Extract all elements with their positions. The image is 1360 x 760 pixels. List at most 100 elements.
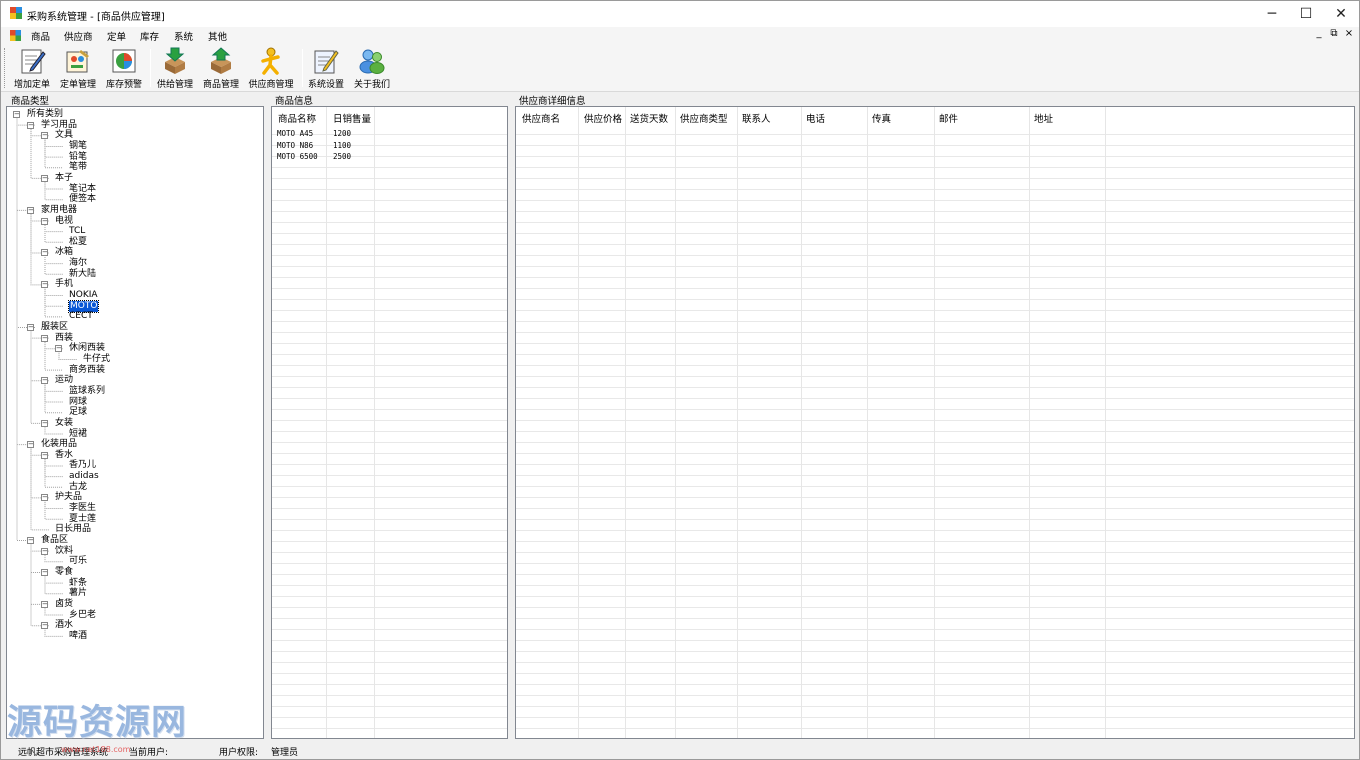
tree-node-label: 食品区 bbox=[41, 535, 69, 545]
order-manage-button[interactable]: 定单管理 bbox=[58, 46, 98, 90]
menu-other[interactable]: 其他 bbox=[208, 29, 227, 43]
supplier-col-divider bbox=[516, 107, 579, 738]
watermark-url: www.net188.com bbox=[61, 745, 131, 754]
supply-manage-icon bbox=[165, 47, 185, 74]
goods-col-name[interactable]: 商品名称 bbox=[278, 111, 316, 125]
settings-button[interactable]: 系统设置 bbox=[306, 46, 346, 90]
close-button[interactable]: ✕ bbox=[1323, 1, 1359, 27]
tree-toggle-icon[interactable]: − bbox=[41, 419, 48, 427]
tree-toggle-icon[interactable]: − bbox=[41, 547, 48, 555]
supplier-col-type[interactable]: 供应商类型 bbox=[680, 111, 728, 125]
goods-cell-sales: 1100 bbox=[333, 141, 352, 150]
tree-node-label: MOTO bbox=[67, 299, 100, 313]
tree-node-label: 李医生 bbox=[69, 503, 97, 514]
tree-node-label: 商务西装 bbox=[69, 364, 106, 375]
tree-toggle-icon[interactable]: − bbox=[41, 622, 48, 630]
tree-toggle-icon[interactable]: − bbox=[13, 111, 20, 118]
tree-node-label: 电视 bbox=[55, 215, 74, 226]
supplier-col-divider bbox=[579, 107, 626, 738]
menu-order[interactable]: 定单 bbox=[107, 29, 126, 43]
tree-toggle-icon[interactable]: − bbox=[41, 494, 48, 502]
tree-node-label: CECT bbox=[69, 311, 93, 322]
about-button[interactable]: 关于我们 bbox=[352, 46, 392, 90]
tree-toggle-icon[interactable]: − bbox=[55, 345, 62, 353]
tree-toggle-icon[interactable]: − bbox=[41, 249, 48, 257]
status-bar: 远帆超市采购管理系统 当前用户: 用户权限: 管理员 bbox=[1, 742, 1359, 759]
menu-supplier[interactable]: 供应商 bbox=[64, 29, 93, 43]
tree-toggle-icon[interactable]: − bbox=[27, 537, 34, 544]
goods-manage-icon bbox=[211, 47, 231, 74]
about-label: 关于我们 bbox=[353, 80, 390, 90]
tree-toggle-icon[interactable]: − bbox=[41, 377, 48, 385]
supplier-col-fax[interactable]: 传真 bbox=[872, 111, 891, 125]
toolbar-grip[interactable] bbox=[4, 48, 7, 88]
tree-node-label: 卤货 bbox=[55, 598, 74, 609]
supplier-col-email[interactable]: 邮件 bbox=[939, 111, 958, 125]
tree-node-label: 可乐 bbox=[69, 556, 88, 567]
supply-manage-button[interactable]: 供给管理 bbox=[154, 46, 196, 90]
supplier-col-phone[interactable]: 电话 bbox=[806, 111, 825, 125]
minimize-button[interactable]: ─ bbox=[1254, 1, 1290, 27]
mdi-minimize-button[interactable]: _ bbox=[1312, 28, 1326, 39]
mdi-child-icon[interactable] bbox=[10, 30, 21, 41]
tree-node-label: 饮料 bbox=[55, 545, 74, 556]
tree-toggle-icon[interactable]: − bbox=[41, 217, 48, 225]
tree-node-label: 虾条 bbox=[69, 577, 88, 588]
category-tree[interactable]: − 所有类别 − 学习用品 − 文具 钢笔 铅笔 笔带 − 本子 笔记本 便签本 − 家用电器 − 电视 TCL 松… bbox=[6, 106, 264, 739]
tree-node-label: 铅笔 bbox=[69, 151, 88, 162]
app-icon bbox=[10, 7, 22, 19]
add-order-icon bbox=[21, 49, 46, 74]
toolbar-separator bbox=[150, 49, 151, 87]
mdi-close-button[interactable]: × bbox=[1342, 28, 1356, 39]
supplier-col-delivery-days[interactable]: 送货天数 bbox=[630, 111, 668, 125]
supplier-col-name[interactable]: 供应商名 bbox=[522, 111, 560, 125]
stock-warning-label: 库存预警 bbox=[105, 80, 142, 90]
tree-toggle-icon[interactable]: − bbox=[41, 281, 48, 289]
supplier-col-divider bbox=[935, 107, 1030, 738]
add-order-button[interactable]: 增加定单 bbox=[12, 46, 52, 90]
tree-toggle-icon[interactable]: − bbox=[27, 324, 34, 331]
mdi-restore-button[interactable]: ⧉ bbox=[1327, 28, 1341, 39]
supplier-manage-button[interactable]: 供应商管理 bbox=[246, 46, 296, 90]
tree-toggle-icon[interactable]: − bbox=[41, 451, 48, 459]
supplier-col-address[interactable]: 地址 bbox=[1034, 111, 1053, 125]
tree-node-label: NOKIA bbox=[69, 290, 98, 301]
tree-node-label: 冰箱 bbox=[55, 247, 74, 258]
status-permission-value: 管理员 bbox=[271, 748, 299, 758]
tree-toggle-icon[interactable]: − bbox=[27, 441, 34, 449]
goods-manage-button[interactable]: 商品管理 bbox=[200, 46, 242, 90]
maximize-button[interactable]: ☐ bbox=[1288, 1, 1324, 27]
tree-toggle-icon[interactable]: − bbox=[41, 174, 48, 182]
tree-node-label: 化装用品 bbox=[41, 439, 78, 450]
tree-toggle-icon[interactable]: − bbox=[27, 206, 34, 214]
menu-system[interactable]: 系统 bbox=[174, 29, 193, 43]
goods-col-sales[interactable]: 日销售量 bbox=[333, 111, 371, 125]
goods-cell-name: MOTO A45 bbox=[277, 129, 314, 138]
tree-node-label: adidas bbox=[69, 471, 99, 482]
about-users-icon bbox=[359, 49, 385, 74]
supplier-col-price[interactable]: 供应价格 bbox=[584, 111, 622, 125]
tree-node-label: 香乃儿 bbox=[69, 460, 97, 471]
menu-inventory[interactable]: 库存 bbox=[140, 29, 159, 43]
tree-toggle-icon[interactable]: − bbox=[41, 600, 48, 608]
goods-info-label: 商品信息 bbox=[275, 96, 314, 107]
tree-node-label: 护夫品 bbox=[55, 492, 83, 503]
supplier-col-divider bbox=[738, 107, 802, 738]
goods-cell-name: MOTO 6500 bbox=[277, 152, 318, 161]
title-bar: 采购系统管理 - [商品供应管理] ─ ☐ ✕ bbox=[1, 1, 1359, 27]
tree-toggle-icon[interactable]: − bbox=[27, 121, 34, 129]
menu-goods[interactable]: 商品 bbox=[31, 29, 50, 43]
tree-toggle-icon[interactable]: − bbox=[41, 334, 48, 342]
supplier-table[interactable]: 供应商名 供应价格 送货天数 供应商类型 联系人 电话 传真 邮件 地址 bbox=[515, 106, 1355, 739]
tree-toggle-icon[interactable]: − bbox=[41, 568, 48, 576]
tree-toggle-icon[interactable]: − bbox=[41, 132, 48, 140]
tree-node-label: 牛仔式 bbox=[83, 353, 111, 364]
stock-warning-button[interactable]: 库存预警 bbox=[104, 46, 144, 90]
status-permission-label: 用户权限: bbox=[219, 748, 259, 758]
supplier-col-contact[interactable]: 联系人 bbox=[742, 111, 771, 125]
tree-node-label: 服装区 bbox=[41, 322, 69, 332]
goods-table[interactable]: 商品名称 日销售量 MOTO A45 1200 MOTO N86 1100 MO… bbox=[271, 106, 508, 739]
goods-cell-name: MOTO N86 bbox=[277, 141, 314, 150]
goods-col-divider bbox=[327, 107, 375, 738]
tree-node-label: 学习用品 bbox=[41, 119, 78, 130]
